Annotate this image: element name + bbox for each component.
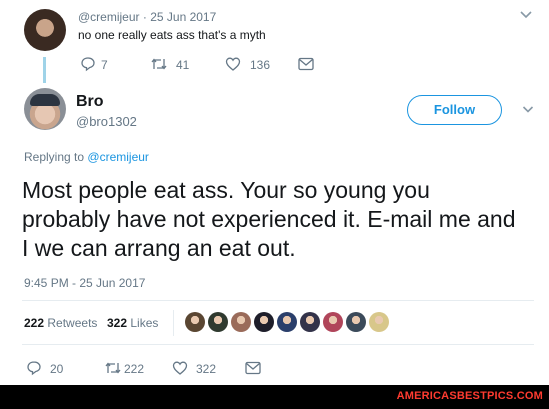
follow-label: Follow: [433, 102, 476, 117]
like-count: 322: [196, 362, 217, 376]
parent-avatar[interactable]: [24, 9, 66, 51]
dm-envelope-icon[interactable]: [298, 57, 314, 71]
like-count: 136: [250, 58, 271, 72]
likes-stat-count: 322: [107, 316, 128, 330]
reply-avatar[interactable]: [24, 88, 66, 130]
tweet-timestamp[interactable]: 9:45 PM - 25 Jun 2017: [24, 276, 145, 290]
parent-handle[interactable]: @cremijeur: [78, 10, 140, 24]
liker-avatar[interactable]: [323, 312, 343, 332]
liker-avatar[interactable]: [277, 312, 297, 332]
watermark-text: AMERICASBESTPICS.COM: [396, 390, 543, 402]
parent-text: no one really eats ass that's a myth: [78, 28, 266, 42]
replying-to: Replying to @cremijeur: [24, 150, 149, 164]
display-name[interactable]: Bro: [76, 93, 104, 111]
liker-avatar[interactable]: [208, 312, 228, 332]
replying-handle-link[interactable]: @cremijeur: [87, 150, 149, 164]
liker-avatars: [185, 312, 392, 334]
chevron-down-icon[interactable]: [519, 10, 533, 20]
user-handle[interactable]: @bro1302: [76, 114, 137, 129]
parent-meta: @cremijeur · 25 Jun 2017: [78, 10, 216, 24]
liker-avatar[interactable]: [254, 312, 274, 332]
likes-stat[interactable]: 322 Likes: [107, 316, 158, 330]
divider: [22, 344, 534, 345]
retweet-count: 222: [124, 362, 145, 376]
retweet-count: 41: [176, 58, 190, 72]
follow-button[interactable]: Follow: [407, 95, 502, 125]
stats-separator: [173, 310, 174, 336]
liker-avatar[interactable]: [369, 312, 389, 332]
tweet-text: Most people eat ass. Your so young you p…: [22, 177, 516, 261]
chevron-down-icon[interactable]: [522, 105, 534, 114]
dm-envelope-icon[interactable]: [245, 361, 261, 375]
thread-line: [43, 57, 46, 83]
heart-icon: [172, 360, 188, 376]
retweets-stat-label: Retweets: [47, 316, 98, 330]
reply-icon: [26, 360, 42, 376]
retweets-stat-count: 222: [24, 316, 45, 330]
liker-avatar[interactable]: [300, 312, 320, 332]
watermark-bar: AMERICASBESTPICS.COM: [0, 385, 549, 409]
divider: [22, 300, 534, 301]
retweet-icon: [150, 56, 168, 72]
reply-count: 20: [50, 362, 64, 376]
likes-stat-label: Likes: [130, 316, 159, 330]
heart-icon: [225, 56, 241, 72]
replying-prefix: Replying to: [24, 150, 85, 164]
liker-avatar[interactable]: [231, 312, 251, 332]
reply-icon: [80, 56, 96, 72]
reply-count: 7: [101, 58, 108, 72]
liker-avatar[interactable]: [346, 312, 366, 332]
meta-separator: ·: [142, 10, 147, 24]
retweets-stat[interactable]: 222 Retweets: [24, 316, 97, 330]
parent-date[interactable]: 25 Jun 2017: [150, 10, 216, 24]
liker-avatar[interactable]: [185, 312, 205, 332]
retweet-icon: [104, 360, 122, 376]
